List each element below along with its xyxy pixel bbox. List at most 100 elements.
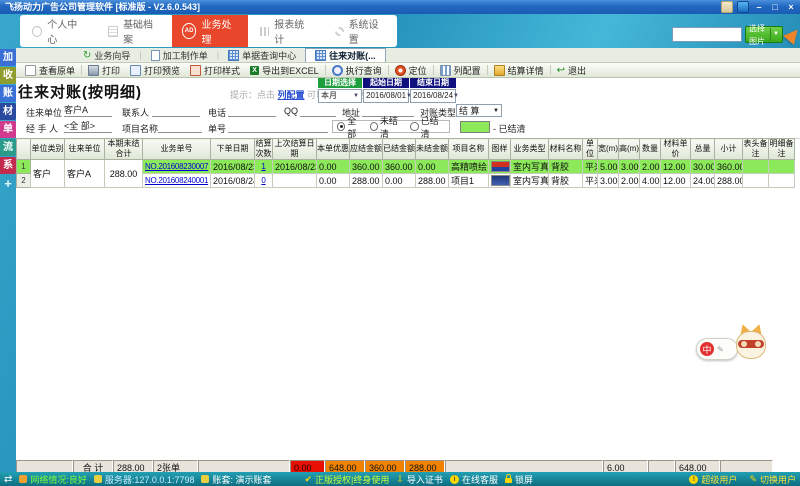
print-style-button[interactable]: 打印样式 <box>185 63 245 77</box>
column-header[interactable]: 业务类型 <box>511 139 549 160</box>
column-header[interactable]: 项目名称 <box>449 139 489 160</box>
exit-button[interactable]: ↩退出 <box>552 63 591 77</box>
preview-icon <box>130 65 141 76</box>
column-header[interactable]: 下单日期 <box>211 139 255 160</box>
end-date-select[interactable]: 2016/08/24▼ <box>410 89 456 103</box>
radio-all[interactable]: 全部 <box>337 114 364 140</box>
ime-bar[interactable]: 中 ✎ <box>696 338 738 360</box>
swap-icon[interactable]: ⇄ <box>4 474 12 485</box>
radio-unsettled[interactable]: 未结清 <box>370 114 405 140</box>
maximize-button[interactable]: □ <box>769 2 781 13</box>
locate-button[interactable]: 定位 <box>390 63 432 77</box>
switch-user-button[interactable]: ✎切换用户 <box>749 473 796 486</box>
minimize-button[interactable]: – <box>753 2 765 13</box>
remote-support-icon[interactable] <box>737 1 749 13</box>
sample-image[interactable] <box>491 161 510 172</box>
column-header[interactable]: 单位 <box>583 139 598 160</box>
server-icon <box>94 475 102 483</box>
sidetab-add[interactable]: 加 <box>0 49 16 66</box>
chevron-down-icon: ▼ <box>453 90 459 102</box>
table-cell: 0.00 <box>416 160 449 174</box>
pick-image-button[interactable]: 选择图片 ▼ <box>745 26 783 43</box>
nav-base-archives[interactable]: 基础档案 <box>96 15 172 47</box>
table-cell[interactable]: NO.201608230007 <box>143 160 211 174</box>
print-preview-button[interactable]: 打印预览 <box>125 63 185 77</box>
nav-system-settings[interactable]: 系统设置 <box>323 15 397 47</box>
column-header[interactable]: 表头备注 <box>743 139 769 160</box>
column-header[interactable]: 本单优惠 <box>317 139 350 160</box>
pointer-icon <box>783 25 800 45</box>
column-header[interactable]: 结算次数 <box>255 139 273 160</box>
column-header[interactable]: 业务单号 <box>143 139 211 160</box>
tab-reconciliation[interactable]: 往来对账(... <box>305 48 386 62</box>
start-date-select[interactable]: 2016/08/01▼ <box>363 89 409 103</box>
sidetab-order[interactable]: 单 <box>0 121 16 138</box>
column-header[interactable]: 往来单位 <box>65 139 105 160</box>
table-cell: 2 <box>17 174 31 188</box>
column-header[interactable]: 应结金额 <box>350 139 383 160</box>
sidetab-material[interactable]: 材 <box>0 103 16 120</box>
ime-pen-icon[interactable]: ✎ <box>717 345 724 354</box>
sidetab-system[interactable]: 系 <box>0 157 16 174</box>
settle-detail-button[interactable]: 结算详情 <box>489 63 549 77</box>
tab-business-wizard[interactable]: ↻ 业务向导 <box>74 49 139 62</box>
view-original-button[interactable]: 查看原单 <box>20 63 80 77</box>
pick-image-caret-icon[interactable]: ▼ <box>770 28 779 41</box>
sidetab-plus[interactable]: + <box>0 175 16 192</box>
nav-personal-center[interactable]: 个人中心 <box>20 15 96 47</box>
column-header[interactable]: 未结金额 <box>416 139 449 160</box>
column-header[interactable]: 本期未结合计 <box>105 139 143 160</box>
current-user[interactable]: !超级用户 <box>689 473 737 486</box>
date-filter: 日期选择 起始日期 结束日期 本月▼ 2016/08/01▼ 2016/08/2… <box>318 78 456 103</box>
unit-field[interactable]: 客户A <box>64 105 112 117</box>
column-header[interactable]: 材料名称 <box>549 139 583 160</box>
table-cell[interactable]: 1 <box>255 160 273 174</box>
online-service-button[interactable]: i在线客服 <box>450 473 498 486</box>
tab-processing-order[interactable]: 加工制作单 <box>142 49 217 62</box>
run-query-button[interactable]: 执行查询 <box>327 63 387 77</box>
date-mode-header: 日期选择 <box>318 78 362 88</box>
column-header[interactable]: 图样 <box>489 139 511 160</box>
sample-image[interactable] <box>491 175 510 186</box>
import-cert-button[interactable]: ⇩导入证书 <box>396 473 443 486</box>
table-cell: 平米 <box>583 160 598 174</box>
nav-business-processing[interactable]: AD 业务处理 <box>172 15 248 47</box>
order-no-field[interactable] <box>228 121 328 133</box>
print-button[interactable]: 打印 <box>83 63 125 77</box>
column-header[interactable]: 上次结算日期 <box>273 139 317 160</box>
ime-chinese-icon[interactable]: 中 <box>700 342 714 356</box>
column-config-button[interactable]: 列配置 <box>435 63 486 77</box>
qq-field[interactable] <box>300 105 336 117</box>
lock-screen-button[interactable]: 锁屏 <box>505 473 533 486</box>
column-header[interactable]: 高(m) <box>619 139 640 160</box>
date-mode-select[interactable]: 本月▼ <box>318 89 362 103</box>
phone-field[interactable] <box>228 105 276 117</box>
column-header[interactable] <box>17 139 31 160</box>
column-header[interactable]: 明细备注 <box>769 139 795 160</box>
contact-field[interactable] <box>152 105 200 117</box>
column-header[interactable]: 总量 <box>691 139 715 160</box>
sidetab-account[interactable]: 账 <box>0 85 16 102</box>
sidetab-flow[interactable]: 流 <box>0 139 16 156</box>
tray-doc-icon[interactable] <box>721 1 733 13</box>
column-header[interactable]: 材料单价 <box>661 139 691 160</box>
close-button[interactable]: × <box>785 2 797 13</box>
column-header[interactable]: 小计 <box>715 139 743 160</box>
tab-doc-query-center[interactable]: 单据查询中心 <box>219 49 305 62</box>
column-header[interactable]: 单位类别 <box>31 139 65 160</box>
handler-field[interactable]: <全 部> <box>64 121 112 133</box>
column-header[interactable]: 数量 <box>640 139 661 160</box>
column-header[interactable]: 宽(m) <box>598 139 619 160</box>
recon-type-select[interactable]: 结 算▼ <box>456 104 502 117</box>
sidetab-receive[interactable]: 收 <box>0 67 16 84</box>
project-field[interactable] <box>158 121 202 133</box>
image-search-input[interactable] <box>672 27 742 42</box>
phone-label: 电话 <box>208 106 226 119</box>
table-cell[interactable]: NO.201608240001 <box>143 174 211 188</box>
nav-report-statistics[interactable]: 报表统计 <box>248 15 323 47</box>
column-header[interactable]: 已结金额 <box>383 139 416 160</box>
export-excel-button[interactable]: 导出到EXCEL <box>245 63 324 77</box>
radio-settled[interactable]: 已结清 <box>410 114 445 140</box>
table-cell[interactable]: 0 <box>255 174 273 188</box>
column-config-link[interactable]: 列配置 <box>278 90 305 100</box>
